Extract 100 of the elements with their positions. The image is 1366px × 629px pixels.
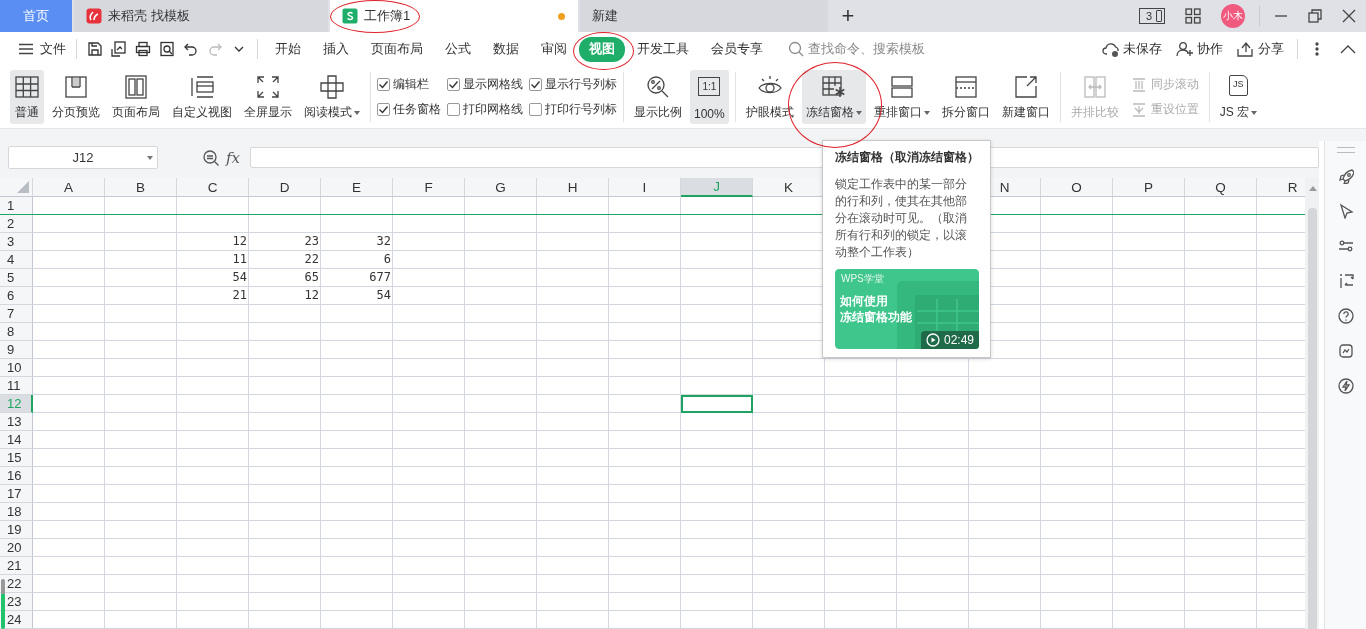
toolbar-action[interactable]: 未保存 — [1102, 40, 1162, 58]
vertical-scrollbar[interactable] — [1305, 178, 1319, 629]
ribbon-button[interactable]: 普通 — [10, 70, 44, 124]
ribbon-button[interactable]: 全屏显示 — [240, 70, 296, 124]
row-header[interactable]: 10 — [0, 359, 33, 377]
scroll-thumb[interactable] — [1, 579, 5, 629]
toolbar-action[interactable]: 协作 — [1176, 40, 1223, 58]
document-tab[interactable]: 来稻壳 找模板 — [74, 0, 328, 32]
ribbon-button[interactable]: 新建窗口 — [997, 70, 1054, 124]
ribbon-tab[interactable]: 公式 — [435, 36, 481, 62]
row-header[interactable]: 11 — [0, 377, 33, 395]
more-icon[interactable] — [1314, 41, 1320, 57]
window-count-badge[interactable]: 3 — [1138, 8, 1165, 24]
sort-icon[interactable] — [1337, 273, 1354, 289]
row-header[interactable]: 13 — [0, 413, 33, 431]
checkbox[interactable]: 显示网格线 — [447, 76, 523, 93]
column-header[interactable]: A — [33, 178, 105, 197]
row-header[interactable]: 5 — [0, 269, 33, 287]
row-header[interactable]: 20 — [0, 539, 33, 557]
row-header[interactable]: 19 — [0, 521, 33, 539]
save-icon[interactable] — [87, 41, 103, 57]
zoom-icon[interactable] — [202, 148, 220, 167]
ribbon-tab[interactable]: 审阅 — [531, 36, 577, 62]
video-thumbnail[interactable]: WPS学堂 如何使用 冻结窗格功能 02:49 — [835, 269, 979, 349]
checkbox[interactable]: 打印行号列标 — [529, 101, 617, 118]
sync-scroll-icon — [1130, 76, 1147, 93]
column-header[interactable]: B — [105, 178, 177, 197]
row-header[interactable]: 6 — [0, 287, 33, 305]
column-header[interactable]: Q — [1185, 178, 1257, 197]
row-header[interactable]: 22 — [0, 575, 33, 593]
pointer-icon[interactable] — [1337, 203, 1354, 219]
ribbon-tab[interactable]: 页面布局 — [361, 36, 433, 62]
name-box[interactable]: J12 — [8, 146, 158, 169]
checkbox[interactable]: 显示行号列标 — [529, 76, 617, 93]
active-cell[interactable] — [681, 395, 753, 413]
ribbon-button[interactable]: 冻结窗格 — [801, 70, 866, 124]
apps-grid-icon[interactable] — [1185, 8, 1201, 24]
chart-card-icon[interactable] — [1337, 343, 1354, 359]
row-header[interactable]: 14 — [0, 431, 33, 449]
restore-icon[interactable] — [1308, 9, 1322, 23]
ribbon-button[interactable]: 护眼模式 — [741, 70, 798, 124]
print-preview-icon[interactable] — [159, 41, 175, 57]
macro-button[interactable]: JS JS 宏 — [1215, 70, 1262, 124]
row-header[interactable]: 1 — [0, 197, 33, 215]
column-header[interactable]: F — [393, 178, 465, 197]
ribbon-tab[interactable]: 数据 — [483, 36, 529, 62]
lightning-icon[interactable] — [1337, 378, 1354, 394]
column-header[interactable]: D — [249, 178, 321, 197]
ribbon-tab[interactable]: 会员专享 — [701, 36, 773, 62]
ribbon-button[interactable]: 分页预览 — [48, 70, 104, 124]
column-header[interactable]: K — [753, 178, 825, 197]
print-icon[interactable] — [135, 41, 151, 57]
column-header[interactable]: I — [609, 178, 681, 197]
ribbon-tab[interactable]: 开始 — [265, 36, 311, 62]
checkbox[interactable]: 任务窗格 — [377, 101, 441, 118]
file-menu-button[interactable]: 文件 — [14, 36, 70, 62]
row-header[interactable]: 4 — [0, 251, 33, 269]
row-header[interactable]: 7 — [0, 305, 33, 323]
function-label[interactable]: fx — [226, 148, 240, 167]
checkbox[interactable]: 打印网格线 — [447, 101, 523, 118]
column-header[interactable]: O — [1041, 178, 1113, 197]
zoom-100-button[interactable]: 1:1 100% — [690, 70, 729, 124]
rocket-icon[interactable] — [1337, 168, 1354, 184]
ribbon-button[interactable]: 显示比例 — [630, 70, 686, 124]
check-icon — [530, 79, 541, 90]
row-header[interactable]: 9 — [0, 341, 33, 359]
row-header[interactable]: 21 — [0, 557, 33, 575]
row-header[interactable]: 18 — [0, 503, 33, 521]
column-header[interactable]: C — [177, 178, 249, 197]
column-header[interactable]: R — [1257, 178, 1305, 197]
ribbon-button[interactable]: 自定义视图 — [168, 70, 236, 124]
ribbon-button[interactable]: 阅读模式 — [300, 70, 364, 124]
column-header[interactable]: P — [1113, 178, 1185, 197]
search-field[interactable]: 查找命令、搜索模板 — [806, 41, 950, 57]
row-header[interactable]: 8 — [0, 323, 33, 341]
row-header[interactable]: 15 — [0, 449, 33, 467]
ribbon-tab[interactable]: 开发工具 — [627, 36, 699, 62]
row-header[interactable]: 16 — [0, 467, 33, 485]
collapse-icon[interactable] — [1340, 44, 1356, 54]
document-tab[interactable]: 新建 — [580, 0, 828, 32]
export-icon[interactable] — [111, 41, 127, 57]
document-tab[interactable]: 工作簿1 — [330, 0, 578, 32]
ribbon-tab[interactable]: 插入 — [313, 36, 359, 62]
column-header[interactable]: E — [321, 178, 393, 197]
table-cell-text: 12 — [303, 287, 320, 304]
checkbox[interactable]: 编辑栏 — [377, 76, 441, 93]
new-tab-button[interactable]: + — [830, 0, 866, 32]
sliders-icon[interactable] — [1337, 238, 1354, 254]
help-icon[interactable] — [1337, 308, 1354, 324]
column-header[interactable]: G — [465, 178, 537, 197]
row-header[interactable]: 2 — [0, 215, 33, 233]
row-header[interactable]: 3 — [0, 233, 33, 251]
ribbon-button[interactable]: 拆分窗口 — [937, 70, 994, 124]
column-header[interactable]: H — [537, 178, 609, 197]
undo-icon[interactable] — [183, 41, 199, 57]
toolbar-action[interactable]: 分享 — [1237, 40, 1284, 58]
ribbon-button[interactable]: 页面布局 — [108, 70, 164, 124]
cross-icon — [319, 74, 345, 100]
close-icon[interactable] — [1342, 9, 1356, 23]
row-header[interactable]: 17 — [0, 485, 33, 503]
